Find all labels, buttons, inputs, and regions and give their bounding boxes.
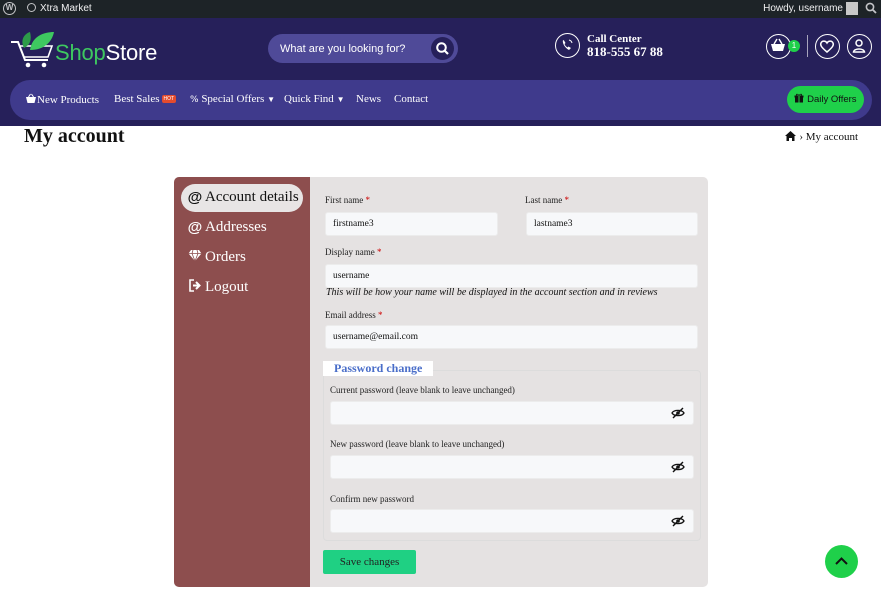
nav-item-best-sales[interactable]: Best Sales HOT <box>114 93 177 105</box>
daily-offers-button[interactable]: Daily Offers <box>787 86 864 113</box>
admin-site-link[interactable]: Xtra Market <box>27 3 92 14</box>
admin-avatar[interactable] <box>846 2 858 15</box>
eye-slash-icon[interactable] <box>671 461 685 473</box>
current-password-field[interactable] <box>330 401 694 425</box>
hot-badge: HOT <box>161 95 177 103</box>
user-icon <box>852 39 866 53</box>
last-name-label: Last name * <box>525 195 569 205</box>
call-center-number[interactable]: 818-555 67 88 <box>587 44 707 60</box>
breadcrumb: › My account <box>784 130 858 143</box>
nav-item-special-offers[interactable]: % Special Offers ▼ <box>190 93 275 105</box>
breadcrumb-separator-icon: › <box>799 131 804 143</box>
at-icon: @ <box>187 189 203 206</box>
search-button[interactable] <box>431 37 454 60</box>
last-name-field[interactable] <box>526 212 698 236</box>
percent-icon: % <box>190 95 199 105</box>
search-input[interactable] <box>280 39 430 58</box>
wishlist-button[interactable] <box>815 34 840 59</box>
logout-icon <box>187 279 203 296</box>
save-changes-button[interactable]: Save changes <box>323 550 416 574</box>
account-sidebar: @ Account details @ Addresses Orders Log… <box>174 177 310 587</box>
page-title: My account <box>24 125 125 147</box>
nav-item-contact[interactable]: Contact <box>394 93 428 105</box>
admin-bar: W Xtra Market Howdy, username <box>0 0 881 18</box>
gift-icon <box>794 93 804 103</box>
basket-icon <box>771 38 785 51</box>
breadcrumb-current: My account <box>805 131 858 143</box>
password-change-legend: Password change <box>323 361 434 376</box>
display-name-label: Display name * <box>325 247 382 257</box>
site-header: ShopStore Call Center 818-555 67 88 1 Ne… <box>0 18 881 126</box>
first-name-field[interactable] <box>325 212 498 236</box>
search-icon <box>436 42 449 55</box>
phone-icon[interactable] <box>555 33 580 58</box>
email-field[interactable] <box>325 325 698 349</box>
new-password-label: New password (leave blank to leave uncha… <box>330 439 505 449</box>
first-name-label: First name * <box>325 195 370 205</box>
site-home-icon <box>27 3 36 12</box>
account-panel: @ Account details @ Addresses Orders Log… <box>174 177 708 587</box>
confirm-password-label: Confirm new password <box>330 494 414 504</box>
diamond-icon <box>187 249 203 266</box>
new-password-field[interactable] <box>330 455 694 479</box>
account-button[interactable] <box>847 34 872 59</box>
sidebar-item-account-details[interactable]: @ Account details <box>181 184 303 212</box>
current-password-label: Current password (leave blank to leave u… <box>330 385 515 395</box>
nav-item-news[interactable]: News <box>356 93 381 105</box>
admin-search-icon[interactable] <box>864 1 878 15</box>
back-to-top-button[interactable] <box>825 545 858 578</box>
admin-site-name[interactable]: Xtra Market <box>40 3 92 14</box>
display-name-hint: This will be how your name will be displ… <box>326 287 658 298</box>
wordpress-logo-icon[interactable]: W <box>3 2 16 15</box>
main-nav: New Products Best Sales HOT % Special Off… <box>10 80 872 120</box>
heart-icon <box>819 40 835 53</box>
display-name-field[interactable] <box>325 264 698 288</box>
account-details-form: First name * Last name * Display name * … <box>310 177 708 587</box>
header-divider <box>807 35 808 57</box>
caret-down-icon: ▼ <box>267 95 276 104</box>
chevron-up-icon <box>835 557 848 565</box>
cart-count-badge: 1 <box>788 40 800 52</box>
nav-item-new-products[interactable]: New Products <box>25 93 99 106</box>
search-bar <box>268 34 458 63</box>
confirm-password-field[interactable] <box>330 509 694 533</box>
eye-slash-icon[interactable] <box>671 515 685 527</box>
admin-greeting[interactable]: Howdy, username <box>763 3 843 14</box>
home-icon[interactable] <box>784 130 797 142</box>
at-icon: @ <box>187 219 203 236</box>
eye-slash-icon[interactable] <box>671 407 685 419</box>
nav-item-quick-find[interactable]: Quick Find ▼ <box>284 93 344 105</box>
logo-text[interactable]: ShopStore <box>55 40 157 66</box>
caret-down-icon: ▼ <box>336 95 345 104</box>
email-label: Email address * <box>325 310 383 320</box>
basket-icon <box>26 93 36 103</box>
